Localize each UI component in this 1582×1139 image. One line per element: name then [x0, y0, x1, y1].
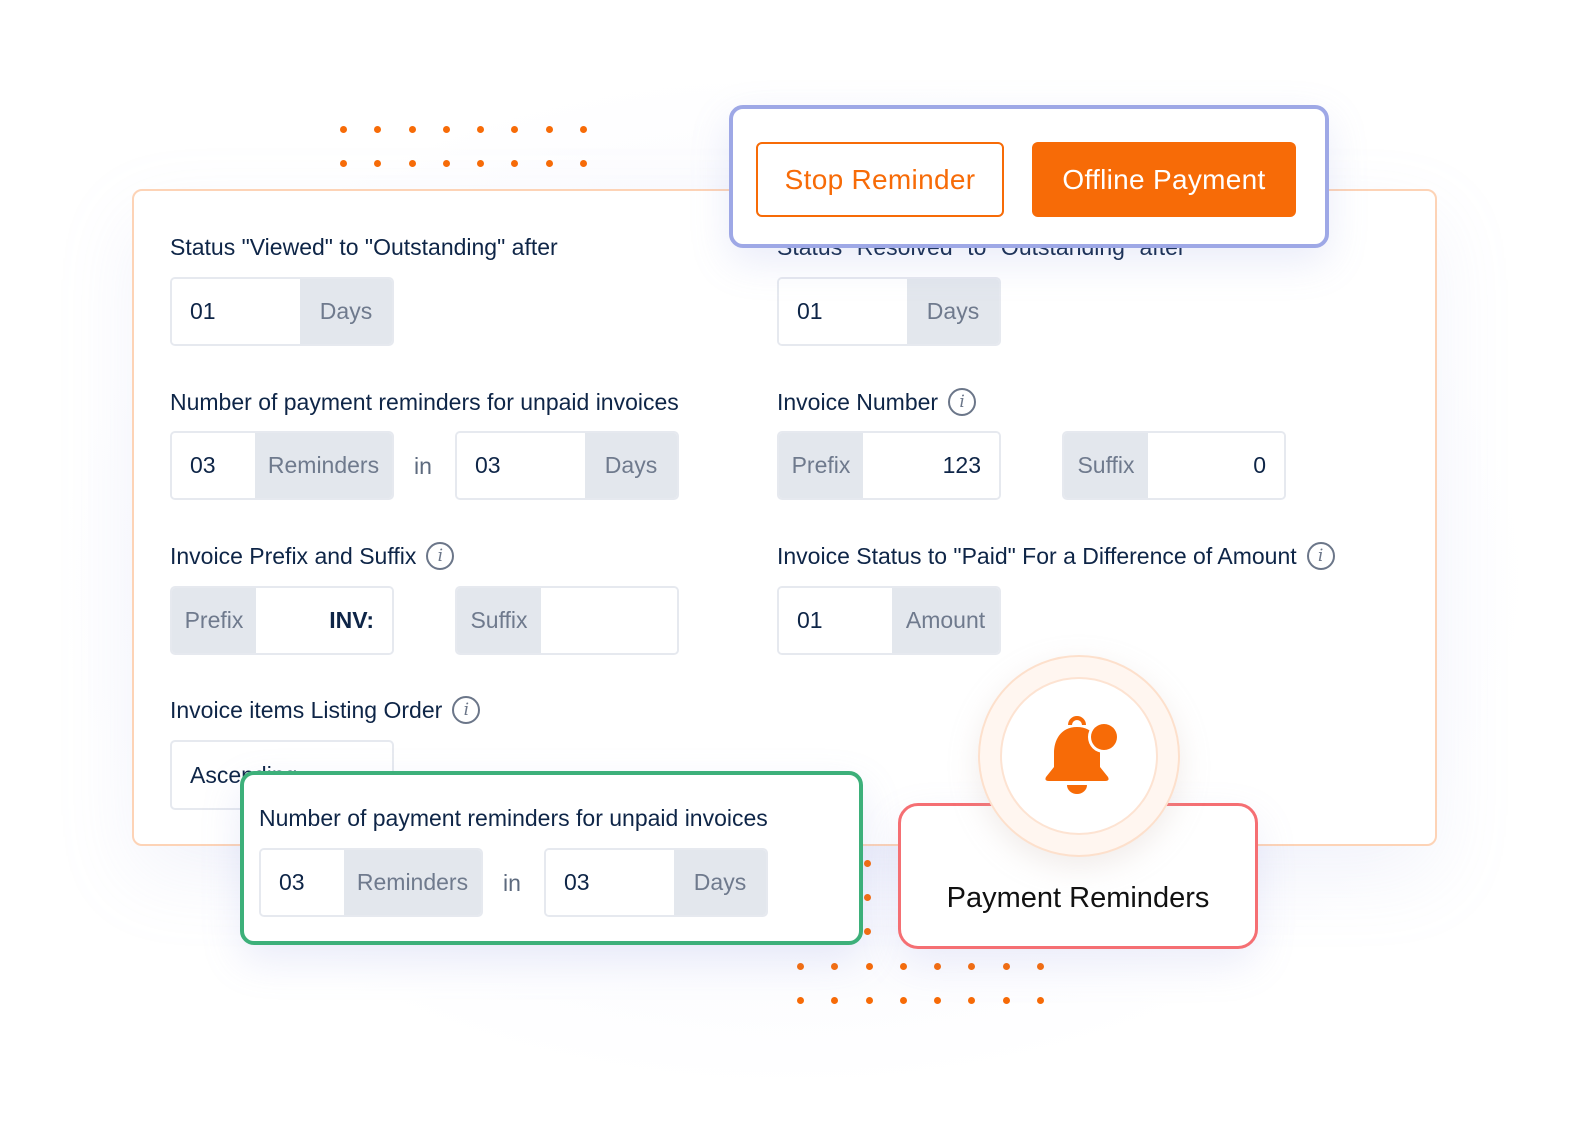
prefix-suffix-label-row: Invoice Prefix and Suffix i: [170, 541, 455, 571]
resolved-days-input[interactable]: 01 Days: [777, 277, 1001, 346]
info-icon[interactable]: i: [1306, 542, 1335, 570]
reminders-days-value[interactable]: 03: [457, 433, 585, 498]
invoice-number-prefix-value[interactable]: 123: [863, 433, 999, 498]
info-icon[interactable]: i: [452, 696, 481, 724]
resolved-days-value[interactable]: 01: [779, 279, 907, 344]
invoice-number-suffix-input[interactable]: Suffix 0: [1062, 431, 1286, 500]
invoice-number-suffix-value[interactable]: 0: [1148, 433, 1284, 498]
highlight-reminders-days-input[interactable]: 03 Days: [544, 848, 768, 917]
invoice-prefix-value[interactable]: INV:: [256, 588, 392, 653]
decorative-dots-top: [340, 126, 588, 167]
paid-difference-input[interactable]: 01 Amount: [777, 586, 1001, 655]
bell-badge-inner: [1000, 677, 1158, 835]
field-label: Status "Viewed" to "Outstanding" after: [170, 233, 558, 260]
days-addon: Days: [907, 279, 999, 344]
info-icon[interactable]: i: [426, 542, 455, 570]
field-label: Number of payment reminders for unpaid i…: [170, 388, 679, 415]
decorative-dots-side: [864, 860, 871, 935]
info-icon[interactable]: i: [948, 388, 977, 416]
invoice-number-field: Invoice Number i: [777, 387, 977, 417]
bell-notification-icon: [1045, 716, 1120, 794]
in-joiner: in: [414, 453, 432, 479]
paid-difference-value[interactable]: 01: [779, 588, 892, 653]
reminders-addon: Reminders: [255, 433, 392, 498]
days-addon: Days: [300, 279, 392, 344]
field-label: Invoice Prefix and Suffix: [170, 542, 417, 569]
highlight-label: Number of payment reminders for unpaid i…: [259, 804, 768, 831]
listing-order-field: Invoice items Listing Order i: [170, 695, 481, 725]
field-label: Invoice Number: [777, 388, 939, 415]
highlight-reminders-count-value[interactable]: 03: [261, 850, 344, 915]
prefix-suffix-field: Invoice Prefix and Suffix i: [170, 541, 455, 571]
days-addon: Days: [585, 433, 677, 498]
invoice-number-label-row: Invoice Number i: [777, 387, 977, 417]
prefix-addon: Prefix: [779, 433, 863, 498]
in-joiner: in: [503, 870, 521, 896]
viewed-days-input[interactable]: 01 Days: [170, 277, 394, 346]
payment-reminders-title: Payment Reminders: [946, 882, 1210, 914]
days-addon: Days: [674, 850, 766, 915]
paid-difference-field: Invoice Status to "Paid" For a Differenc…: [777, 541, 1335, 571]
reminders-days-input[interactable]: 03 Days: [455, 431, 679, 500]
invoice-number-prefix-input[interactable]: Prefix 123: [777, 431, 1001, 500]
suffix-addon: Suffix: [457, 588, 541, 653]
offline-payment-button[interactable]: Offline Payment: [1032, 142, 1296, 217]
stop-reminder-button[interactable]: Stop Reminder: [756, 142, 1004, 217]
suffix-addon: Suffix: [1064, 433, 1148, 498]
reminders-count-input[interactable]: 03 Reminders: [170, 431, 394, 500]
field-label: Invoice items Listing Order: [170, 696, 443, 723]
prefix-addon: Prefix: [172, 588, 256, 653]
reminders-count-value[interactable]: 03: [172, 433, 255, 498]
payment-reminders-field: Number of payment reminders for unpaid i…: [170, 387, 679, 417]
invoice-suffix-value[interactable]: [541, 588, 677, 653]
listing-order-label-row: Invoice items Listing Order i: [170, 695, 481, 725]
paid-difference-label-row: Invoice Status to "Paid" For a Differenc…: [777, 541, 1335, 571]
highlighted-reminders-panel: Number of payment reminders for unpaid i…: [240, 771, 863, 945]
viewed-days-value[interactable]: 01: [172, 279, 300, 344]
reminder-actions-panel: Stop Reminder Offline Payment: [729, 105, 1329, 248]
highlight-reminders-days-value[interactable]: 03: [546, 850, 674, 915]
field-label: Invoice Status to "Paid" For a Differenc…: [777, 542, 1297, 569]
amount-addon: Amount: [892, 588, 999, 653]
decorative-dots-bottom: [797, 963, 1045, 1004]
bell-badge: [978, 655, 1180, 857]
invoice-prefix-input[interactable]: Prefix INV:: [170, 586, 394, 655]
highlight-reminders-count-input[interactable]: 03 Reminders: [259, 848, 483, 917]
reminders-addon: Reminders: [344, 850, 481, 915]
invoice-suffix-input[interactable]: Suffix: [455, 586, 679, 655]
viewed-to-outstanding-field: Status "Viewed" to "Outstanding" after: [170, 232, 558, 262]
